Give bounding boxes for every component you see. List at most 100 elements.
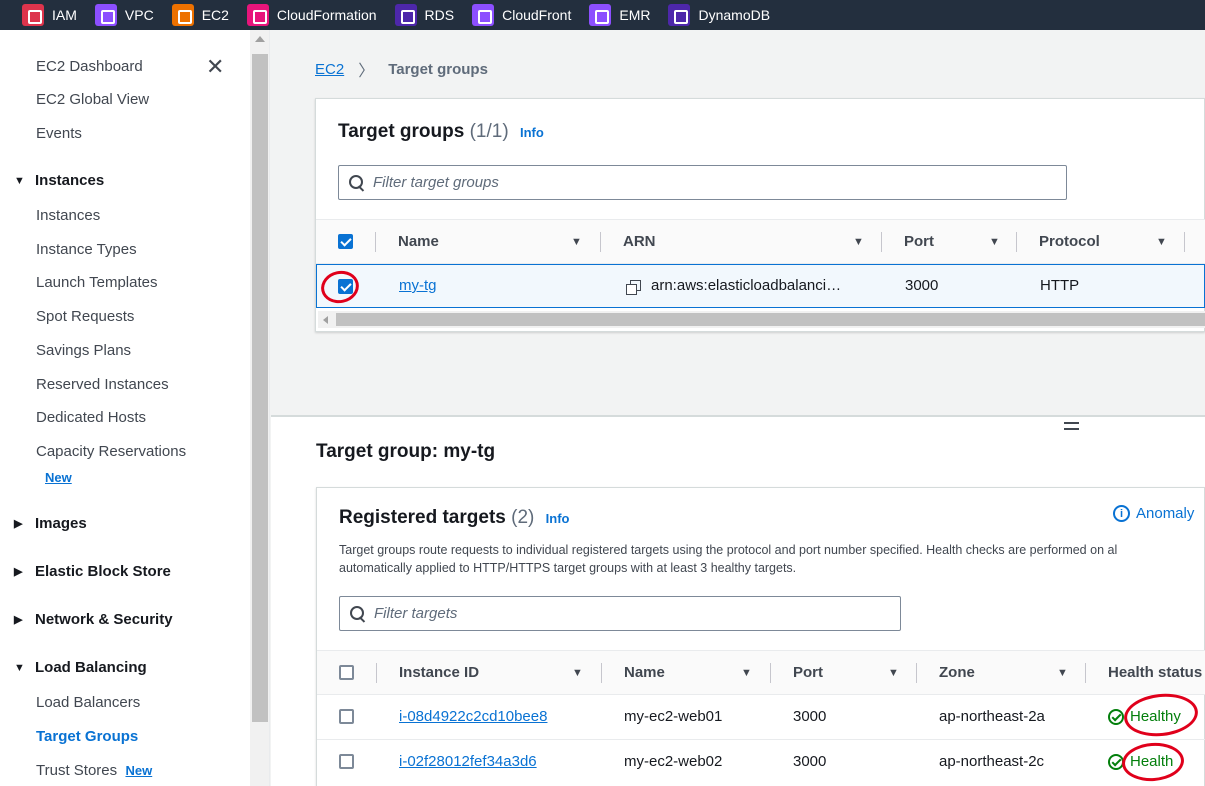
sidebar-item-savings-plans[interactable]: Savings Plans <box>36 342 131 359</box>
info-icon: i <box>1113 505 1130 522</box>
sort-down-icon[interactable]: ▼ <box>1156 236 1167 248</box>
scroll-left-icon[interactable] <box>323 316 328 324</box>
scroll-up-icon[interactable] <box>255 36 265 42</box>
table-row[interactable]: my-tg arn:aws:elasticloadbalanci… 3000 H… <box>316 264 1205 308</box>
column-header-instance-id[interactable]: Instance ID <box>399 651 479 694</box>
column-separator <box>1016 232 1017 252</box>
column-header-port[interactable]: Port <box>904 220 934 263</box>
target-groups-title: Target groups (1/1) Info <box>338 121 544 142</box>
sort-down-icon[interactable]: ▼ <box>989 236 1000 248</box>
info-link[interactable]: Info <box>520 125 544 140</box>
service-cloudfront[interactable]: CloudFront <box>472 4 571 26</box>
sidebar-section-elastic-block-store[interactable]: ▶ Elastic Block Store <box>14 563 171 580</box>
row-checkbox[interactable] <box>339 709 354 724</box>
filter-target-groups-input[interactable]: Filter target groups <box>338 165 1067 200</box>
column-header-health-status[interactable]: Health status <box>1108 651 1202 694</box>
resize-handle-icon[interactable] <box>1064 422 1079 434</box>
sort-down-icon[interactable]: ▼ <box>888 667 899 679</box>
column-header-name[interactable]: Name <box>624 651 665 694</box>
sidebar-section-network-security[interactable]: ▶ Network & Security <box>14 611 173 628</box>
service-emr[interactable]: EMR <box>589 4 650 26</box>
sidebar-item-target-groups[interactable]: Target Groups <box>36 728 138 745</box>
sidebar-item-load-balancers[interactable]: Load Balancers <box>36 694 140 711</box>
target-group-port: 3000 <box>905 277 939 294</box>
service-cloudformation[interactable]: CloudFormation <box>246 4 377 26</box>
horizontal-scrollbar-thumb[interactable] <box>336 313 1205 326</box>
service-iam[interactable]: IAM <box>22 4 77 26</box>
instance-id-link[interactable]: i-08d4922c2cd10bee8 <box>399 708 547 725</box>
sidebar-item-events[interactable]: Events <box>36 125 82 142</box>
instance-name: my-ec2-web02 <box>624 753 723 770</box>
service-shortcut-bar: IAM VPC EC2 CloudFormation RDS CloudFron… <box>0 0 1205 30</box>
sidebar-section-instances[interactable]: ▼ Instances <box>14 172 104 189</box>
chevron-right-icon: 〉 <box>358 63 375 80</box>
search-icon <box>349 174 365 191</box>
caret-right-icon: ▶ <box>14 614 23 626</box>
sidebar-item-capacity-reservations[interactable]: Capacity Reservations <box>36 443 186 460</box>
copy-icon[interactable] <box>626 280 641 295</box>
service-rds[interactable]: RDS <box>394 4 454 26</box>
service-dynamodb[interactable]: DynamoDB <box>668 4 770 26</box>
sidebar-scrollbar[interactable] <box>250 30 270 786</box>
anomaly-link[interactable]: i Anomaly <box>1113 505 1194 522</box>
sidebar-item-ec2-dashboard[interactable]: EC2 Dashboard <box>36 58 143 75</box>
caret-down-icon: ▼ <box>14 661 25 674</box>
search-icon <box>350 605 366 622</box>
instance-port: 3000 <box>793 753 827 770</box>
row-checkbox[interactable] <box>339 754 354 769</box>
registered-targets-panel <box>316 487 1205 786</box>
column-separator <box>375 232 376 252</box>
column-header-protocol[interactable]: Protocol <box>1039 220 1100 263</box>
filter-targets-input[interactable]: Filter targets <box>339 596 901 631</box>
cloudformation-icon <box>246 4 269 26</box>
sidebar-item-trust-stores[interactable]: Trust Stores New <box>36 762 152 779</box>
ec2-icon <box>171 4 194 26</box>
column-separator <box>881 232 882 252</box>
sidebar-item-spot-requests[interactable]: Spot Requests <box>36 308 134 325</box>
sidebar-section-load-balancing[interactable]: ▼ Load Balancing <box>14 659 147 676</box>
sidebar-item-reserved-instances[interactable]: Reserved Instances <box>36 376 169 393</box>
instance-id-link[interactable]: i-02f28012fef34a3d6 <box>399 753 537 770</box>
target-group-name-link[interactable]: my-tg <box>399 277 437 294</box>
column-header-port[interactable]: Port <box>793 651 823 694</box>
column-separator <box>601 663 602 683</box>
close-icon[interactable]: ✕ <box>206 56 224 78</box>
service-ec2[interactable]: EC2 <box>171 4 229 26</box>
target-groups-count: (1/1) <box>469 121 509 142</box>
sort-down-icon[interactable]: ▼ <box>853 236 864 248</box>
column-separator <box>600 232 601 252</box>
sort-down-icon[interactable]: ▼ <box>741 667 752 679</box>
column-separator <box>376 663 377 683</box>
column-header-name[interactable]: Name <box>398 220 439 263</box>
sidebar-scrollbar-thumb[interactable] <box>252 54 268 722</box>
sort-down-icon[interactable]: ▼ <box>1057 667 1068 679</box>
column-separator <box>1085 663 1086 683</box>
sort-down-icon[interactable]: ▼ <box>571 236 582 248</box>
column-separator <box>770 663 771 683</box>
new-badge: New <box>125 763 153 778</box>
rds-icon <box>394 4 417 26</box>
sidebar-item-instance-types[interactable]: Instance Types <box>36 241 137 258</box>
sidebar-section-images[interactable]: ▶ Images <box>14 515 87 532</box>
info-link[interactable]: Info <box>546 511 570 526</box>
sidebar-item-instances[interactable]: Instances <box>36 207 100 224</box>
sidebar-item-ec2-global-view[interactable]: EC2 Global View <box>36 91 149 108</box>
sidebar-item-launch-templates[interactable]: Launch Templates <box>36 274 157 291</box>
service-vpc[interactable]: VPC <box>94 4 154 26</box>
instance-name: my-ec2-web01 <box>624 708 723 725</box>
caret-down-icon: ▼ <box>14 174 25 187</box>
breadcrumb-ec2-link[interactable]: EC2 <box>315 61 344 78</box>
column-header-zone[interactable]: Zone <box>939 651 975 694</box>
caret-right-icon: ▶ <box>14 566 23 578</box>
emr-icon <box>589 4 612 26</box>
select-all-checkbox[interactable] <box>339 665 354 680</box>
row-divider <box>317 739 1205 740</box>
select-all-checkbox[interactable] <box>338 234 353 249</box>
sort-down-icon[interactable]: ▼ <box>572 667 583 679</box>
instance-zone: ap-northeast-2c <box>939 753 1045 770</box>
sidebar-item-dedicated-hosts[interactable]: Dedicated Hosts <box>36 409 146 426</box>
table-horizontal-scrollbar[interactable] <box>318 311 1205 328</box>
new-badge: New <box>45 470 72 485</box>
cloudfront-icon <box>472 4 495 26</box>
column-header-arn[interactable]: ARN <box>623 220 656 263</box>
